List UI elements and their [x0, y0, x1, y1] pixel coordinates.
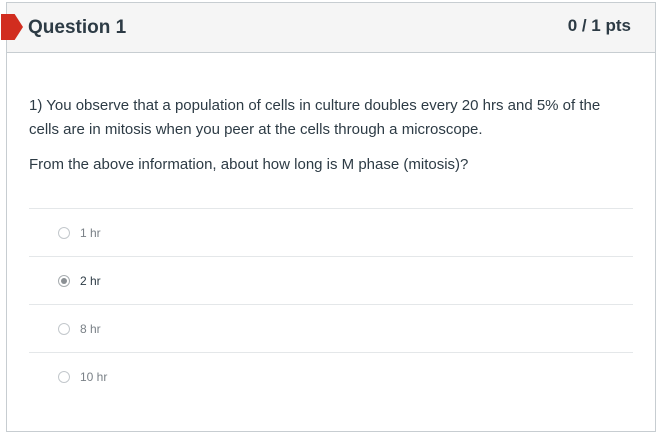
radio-button-icon[interactable]	[58, 371, 70, 383]
question-prompt: From the above information, about how lo…	[29, 156, 469, 173]
question-body: 1) You observe that a population of cell…	[7, 94, 655, 401]
question-card: Question 1 0 / 1 pts 1) You observe that…	[1, 2, 656, 432]
answer-label: 8 hr	[80, 321, 101, 336]
answer-option-3[interactable]: 8 hr	[29, 305, 633, 353]
radio-button-icon[interactable]	[58, 322, 70, 335]
answer-label: 10 hr	[80, 370, 108, 384]
radio-button-icon[interactable]	[58, 226, 70, 239]
question-header: Question 1 0 / 1 pts	[1, 3, 655, 53]
answer-list: 1 hr 2 hr 8 hr 10 hr	[29, 208, 633, 401]
question-text: 1) You observe that a population of cell…	[29, 97, 601, 138]
answer-option-4[interactable]: 10 hr	[29, 353, 633, 401]
question-points: 0 / 1 pts	[567, 16, 631, 35]
answer-option-1[interactable]: 1 hr	[29, 209, 633, 257]
question-title: Question 1	[28, 17, 127, 38]
radio-button-icon[interactable]	[58, 274, 70, 287]
answer-label: 2 hr	[80, 273, 101, 288]
flag-icon[interactable]	[1, 14, 23, 40]
answer-label: 1 hr	[80, 225, 101, 240]
answer-option-2[interactable]: 2 hr	[29, 257, 633, 305]
